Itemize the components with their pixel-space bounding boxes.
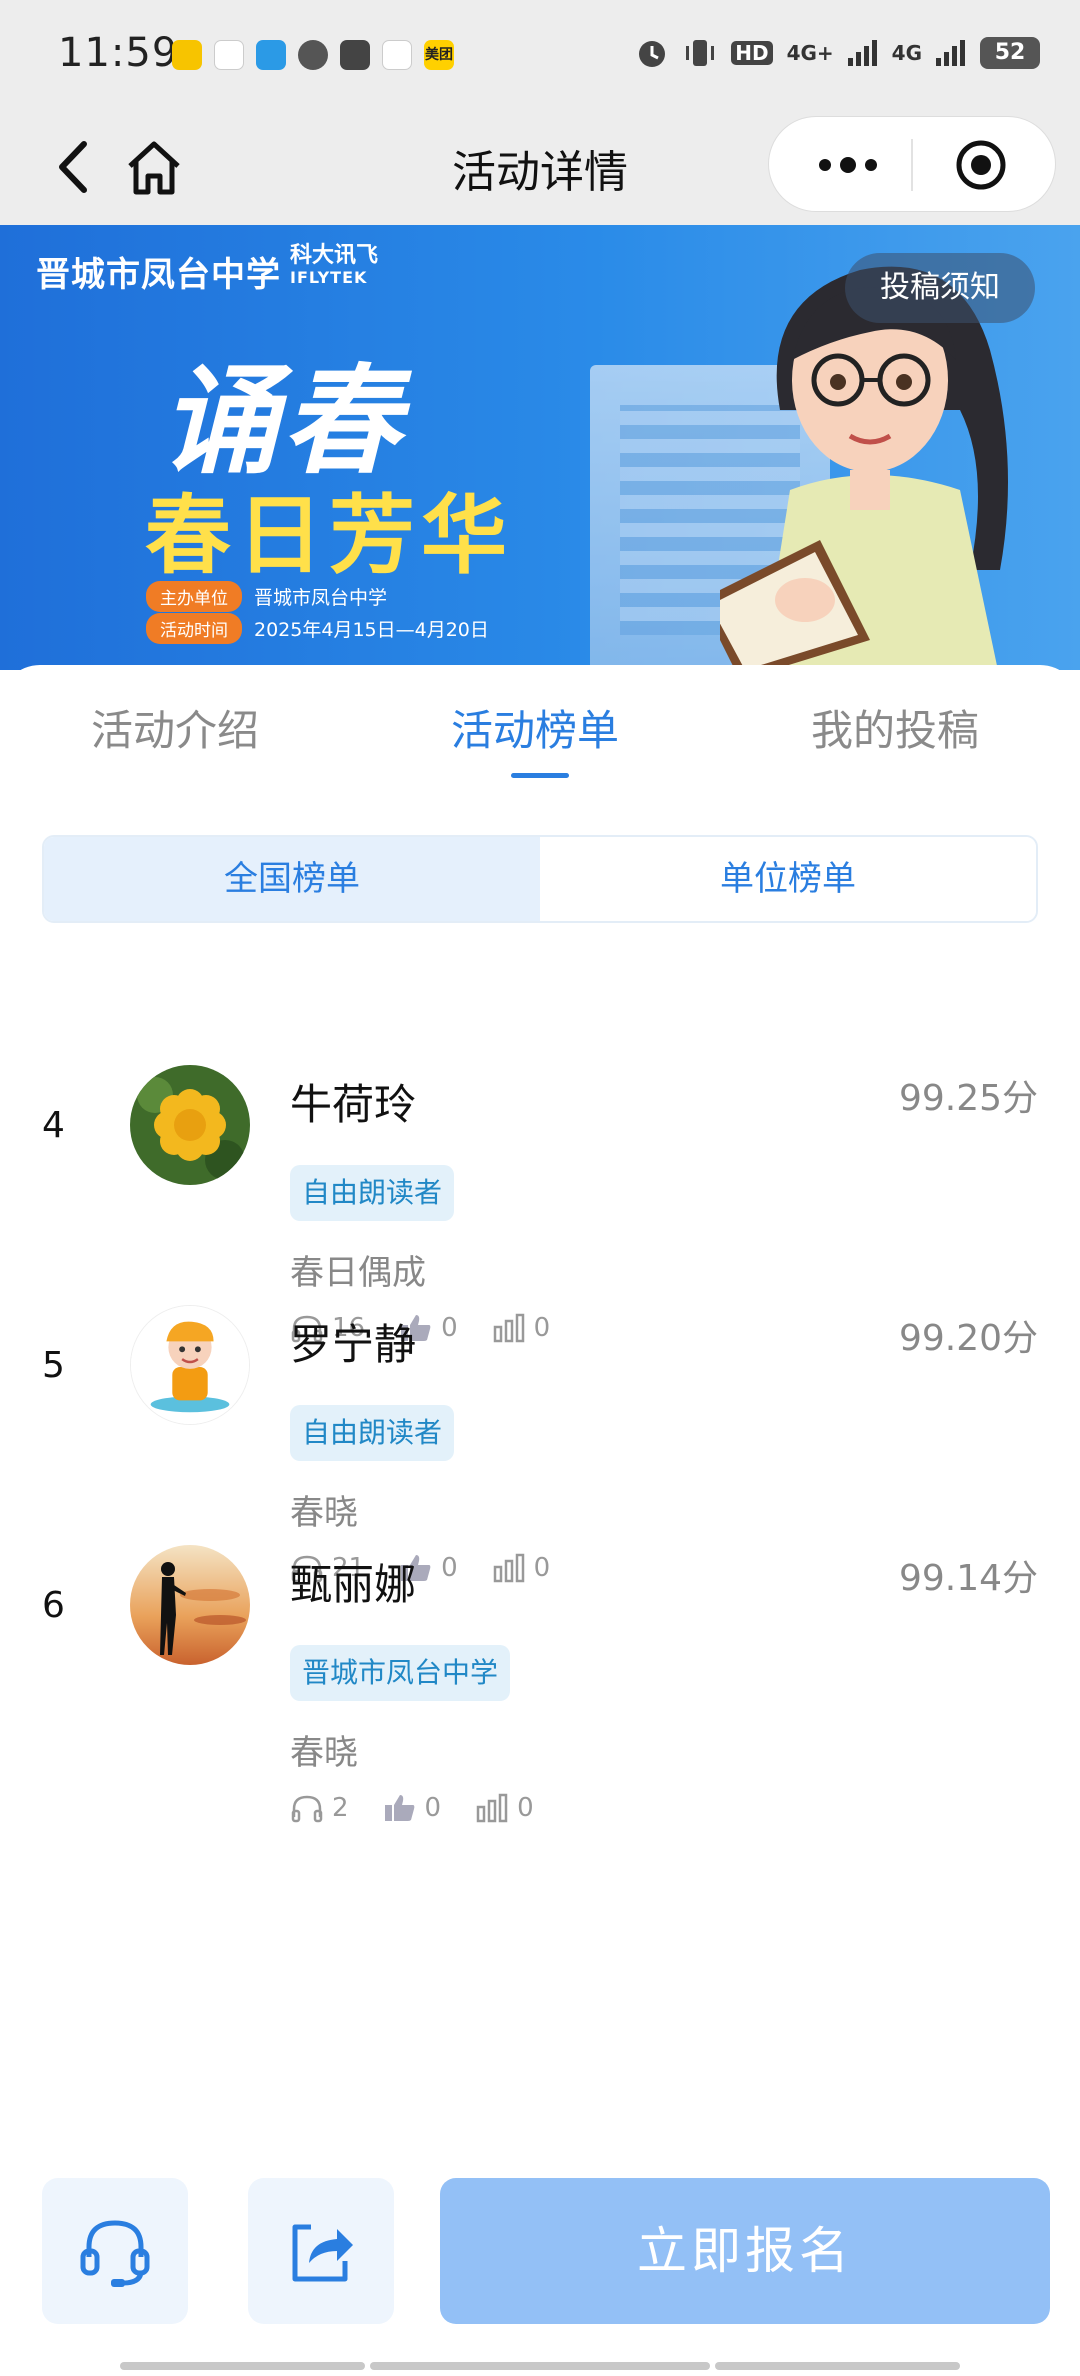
tab-my-submissions[interactable]: 我的投稿: [811, 697, 979, 758]
app-icon: [382, 40, 412, 70]
submission-notice-button[interactable]: 投稿须知: [845, 253, 1035, 323]
headset-icon: [80, 2220, 150, 2287]
more-icon[interactable]: [813, 147, 883, 183]
entrant-score: 99.14分: [898, 1558, 1038, 1599]
work-title: 春晓: [290, 1493, 358, 1533]
activity-banner: 晋城市凤台中学 科大讯飞 IFLYTEK 诵春 春日芳华 主办单位 晋城市凤台中…: [0, 225, 1080, 670]
tab-bar: 活动介绍 活动榜单 我的投稿: [0, 697, 1080, 757]
app-icon: [298, 40, 328, 70]
signup-button[interactable]: 立即报名: [440, 2178, 1050, 2324]
entrant-tag: 自由朗读者: [290, 1405, 455, 1461]
entrant-name: 牛荷玲: [290, 1080, 417, 1129]
app-icon: [256, 40, 286, 70]
mini-program-capsule: [768, 116, 1056, 212]
partner-name-en: IFLYTEK: [290, 268, 368, 287]
status-indicators: HD 4G+ 4G 52: [635, 36, 1040, 70]
battery-indicator: 52: [980, 37, 1040, 69]
signal-icon: [936, 40, 965, 66]
entrant-score: 99.25分: [898, 1078, 1038, 1119]
segment-unit-ranking[interactable]: 单位榜单: [540, 837, 1036, 921]
rank-number: 4: [42, 1105, 65, 1146]
meituan-label: 美团: [425, 47, 453, 63]
app-icon: [214, 40, 244, 70]
nav-bar: 活动详情: [0, 110, 1080, 225]
listen-count: 2: [290, 1793, 349, 1823]
status-time: 11:59: [58, 30, 179, 76]
app-icon: [340, 40, 370, 70]
home-icon[interactable]: [122, 136, 186, 200]
network-4g-plus: 4G+: [786, 41, 834, 65]
active-tab-indicator: [511, 773, 569, 778]
host-value: 晋城市凤台中学: [254, 587, 388, 609]
tab-activity-intro[interactable]: 活动介绍: [91, 697, 259, 758]
alarm-icon: [639, 41, 666, 67]
banner-brand: 晋城市凤台中学: [36, 255, 281, 295]
hd-indicator: HD: [731, 41, 773, 65]
banner-host-row: 主办单位 晋城市凤台中学: [146, 581, 387, 612]
avatar: [130, 1305, 250, 1425]
meituan-icon: 美团: [424, 40, 454, 70]
thumbs-up-icon: [384, 1795, 414, 1821]
entry-stats: 2 0 0: [290, 1793, 568, 1823]
time-value: 2025年4月15日—4月20日: [254, 619, 489, 641]
like-count[interactable]: 0: [383, 1793, 442, 1823]
content-card: 活动介绍 活动榜单 我的投稿 全国榜单 单位榜单 4 牛荷玲 99.25分 自由…: [0, 665, 1080, 2376]
app-icon: [172, 40, 202, 70]
support-button[interactable]: [42, 2178, 188, 2324]
like-count-value: 0: [424, 1793, 442, 1823]
vote-count-value: 0: [517, 1793, 534, 1823]
work-title: 春晓: [290, 1733, 358, 1773]
partner-logo: 科大讯飞 IFLYTEK: [290, 245, 378, 289]
host-label: 主办单位: [146, 581, 242, 612]
work-title: 春日偶成: [290, 1253, 426, 1293]
capsule-divider: [911, 139, 913, 191]
tab-activity-ranking[interactable]: 活动榜单: [451, 697, 619, 758]
entrant-name: 罗宁静: [290, 1320, 417, 1369]
entrant-score: 99.20分: [898, 1318, 1038, 1359]
partner-name: 科大讯飞: [290, 243, 379, 268]
ranking-entry[interactable]: 6 甄丽娜 99.14分 晋城市凤台中学 春晓 2 0 0: [0, 1545, 1080, 1845]
ranking-scope-switch: 全国榜单 单位榜单: [42, 835, 1038, 923]
signal-icon: [847, 40, 877, 66]
avatar: [130, 1545, 250, 1665]
network-4g: 4G: [891, 41, 922, 65]
entrant-tag: 自由朗读者: [290, 1165, 455, 1221]
status-app-icons: 美团: [172, 40, 454, 70]
bottom-action-bar: 立即报名: [0, 2170, 1080, 2376]
vote-count: 0: [475, 1793, 534, 1823]
rank-number: 5: [42, 1345, 65, 1386]
rank-number: 6: [42, 1585, 65, 1626]
home-indicator: [120, 2362, 365, 2370]
entrant-tag: 晋城市凤台中学: [290, 1645, 511, 1701]
time-label: 活动时间: [146, 613, 242, 644]
banner-time-row: 活动时间 2025年4月15日—4月20日: [146, 613, 489, 644]
avatar: [130, 1065, 250, 1185]
listen-count-value: 2: [332, 1793, 349, 1823]
home-indicator: [715, 2362, 960, 2370]
back-arrow-icon[interactable]: [48, 132, 98, 202]
status-bar: 11:59 美团 HD 4G+ 4G 52: [0, 0, 1080, 110]
close-mini-program-icon[interactable]: [955, 139, 1007, 191]
bar-chart-icon: [476, 1793, 508, 1823]
home-indicator: [370, 2362, 710, 2370]
vibrate-icon: [686, 40, 715, 66]
share-button[interactable]: [248, 2178, 394, 2324]
banner-subtitle: 春日芳华: [145, 486, 513, 586]
share-icon: [292, 2224, 353, 2282]
entrant-name: 甄丽娜: [290, 1560, 417, 1609]
headphones-icon: [291, 1795, 323, 1823]
segment-national-ranking[interactable]: 全国榜单: [44, 837, 540, 921]
